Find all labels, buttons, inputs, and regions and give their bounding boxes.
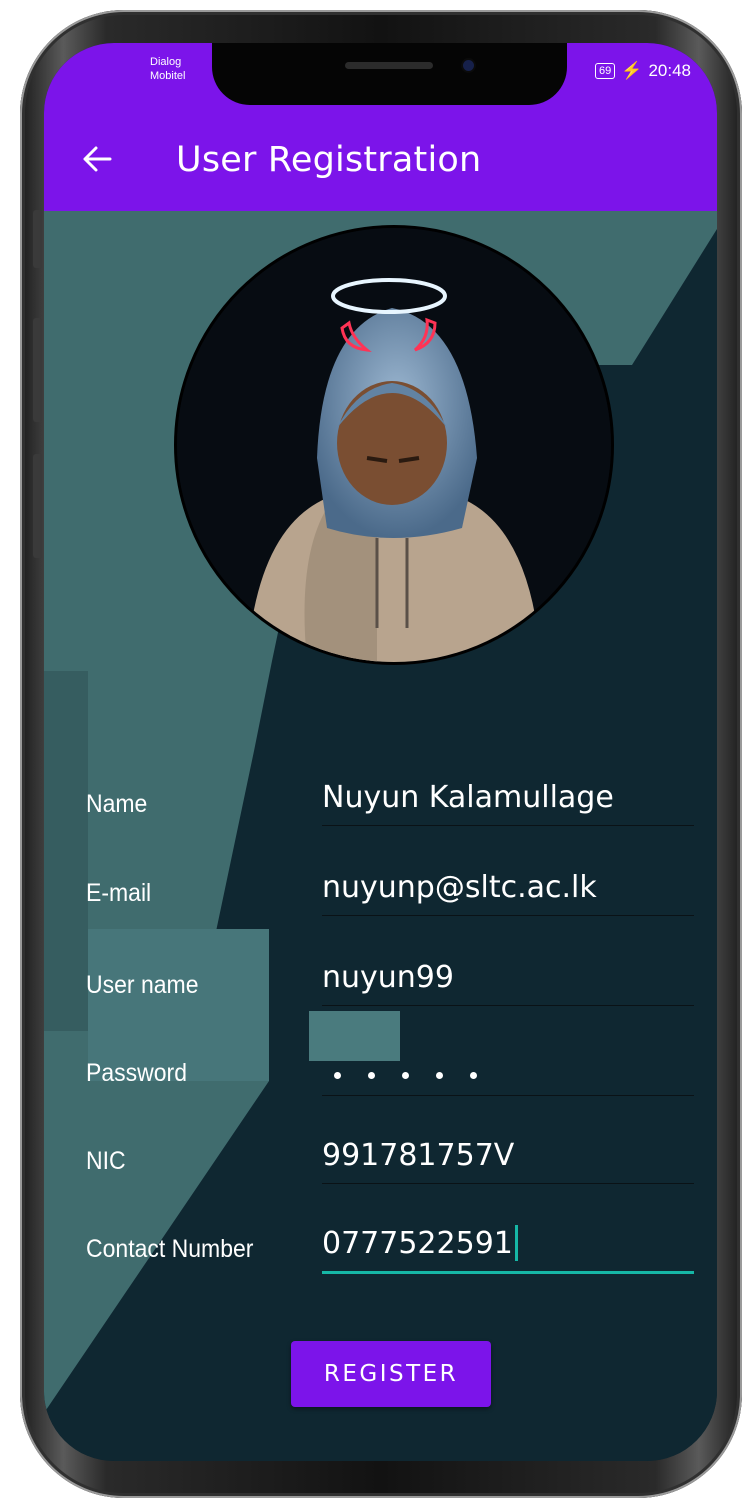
charging-icon: ⚡ <box>621 61 643 80</box>
username-input[interactable]: nuyun99 <box>322 945 694 1006</box>
password-dot <box>368 1072 375 1079</box>
contact-number-input[interactable]: 0777522591 <box>322 1211 694 1274</box>
volume-up-button <box>33 318 42 422</box>
name-input[interactable]: Nuyun Kalamullage <box>322 765 694 826</box>
password-input[interactable] <box>322 1035 694 1096</box>
carrier-line-2: Mobitel <box>150 70 186 82</box>
username-label: User name <box>86 971 199 999</box>
phone-notch <box>212 43 567 105</box>
profile-avatar[interactable] <box>174 225 614 665</box>
mute-switch <box>33 210 42 268</box>
password-dot <box>436 1072 443 1079</box>
password-mask <box>334 1072 477 1079</box>
username-value: nuyun99 <box>322 960 454 995</box>
app-bar: User Registration <box>44 110 717 211</box>
nic-input[interactable]: 991781757V <box>322 1123 694 1184</box>
nic-label: NIC <box>86 1147 126 1175</box>
email-label: E-mail <box>86 879 152 907</box>
speaker-grille <box>345 62 433 69</box>
name-label: Name <box>86 790 148 818</box>
battery-icon: 69 <box>595 63 616 79</box>
register-button[interactable]: REGISTER <box>291 1341 491 1407</box>
carrier-label: Dialog Mobitel <box>150 55 185 83</box>
profile-photo <box>177 228 611 662</box>
contact-number-text: 0777522591 <box>322 1226 513 1261</box>
contact-number-label: Contact Number <box>86 1235 254 1263</box>
nic-value: 991781757V <box>322 1138 515 1173</box>
password-dot <box>402 1072 409 1079</box>
contact-number-value: 0777522591 <box>322 1225 518 1261</box>
arrow-left-icon[interactable] <box>80 142 114 176</box>
text-cursor <box>514 1225 518 1261</box>
page-title: User Registration <box>176 140 482 180</box>
status-icons: 69 ⚡ 20:48 <box>595 61 691 81</box>
name-value: Nuyun Kalamullage <box>322 780 614 815</box>
front-camera <box>463 60 474 71</box>
email-input[interactable]: nuyunp@sltc.ac.lk <box>322 855 694 916</box>
password-dot <box>334 1072 341 1079</box>
volume-down-button <box>33 454 42 558</box>
password-label: Password <box>86 1059 187 1087</box>
clock-text: 20:48 <box>648 61 691 80</box>
password-dot <box>470 1072 477 1079</box>
email-value: nuyunp@sltc.ac.lk <box>322 870 597 905</box>
phone-screen: Dialog Mobitel 69 ⚡ 20:48 User Registrat… <box>44 43 717 1461</box>
carrier-line-1: Dialog <box>150 56 182 68</box>
